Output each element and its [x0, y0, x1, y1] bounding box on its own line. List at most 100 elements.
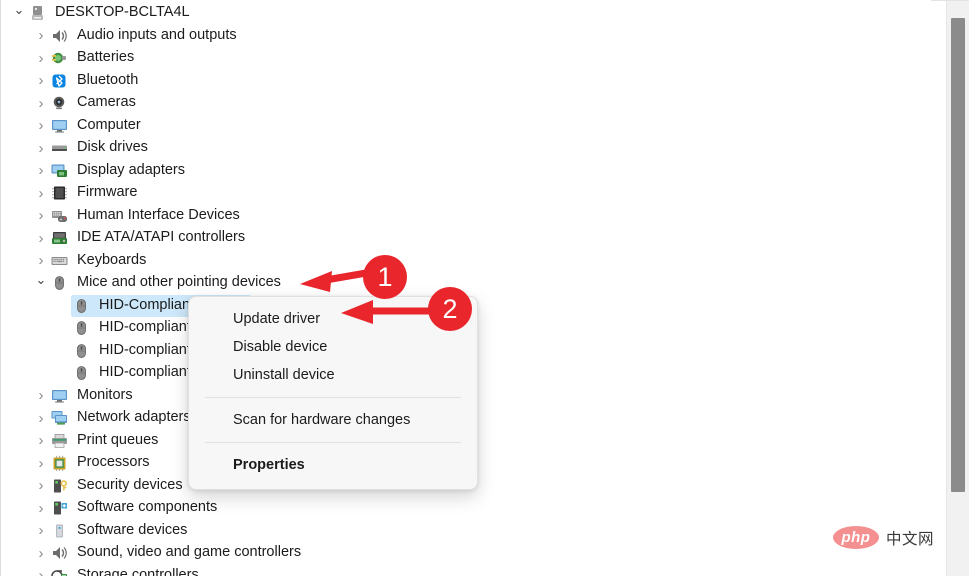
chevron-right-icon[interactable]: ›	[33, 51, 49, 66]
tree-item-label: Batteries	[77, 49, 135, 66]
tree-item-label: Bluetooth	[77, 71, 139, 88]
chevron-right-icon[interactable]: ›	[33, 568, 49, 576]
mouse-icon	[71, 342, 93, 360]
tree-item-label: Human Interface Devices	[77, 206, 240, 223]
chevron-right-icon[interactable]: ›	[33, 388, 49, 403]
disk-drive-icon	[49, 139, 71, 157]
chevron-right-icon[interactable]: ›	[33, 478, 49, 493]
vertical-scrollbar[interactable]	[946, 1, 969, 576]
tree-item[interactable]: › Firmware	[33, 182, 138, 204]
chevron-right-icon[interactable]: ›	[33, 433, 49, 448]
chevron-right-icon[interactable]: ›	[33, 163, 49, 178]
tree-item[interactable]: › Computer	[33, 115, 141, 137]
tree-item-label: Network adapters	[77, 409, 191, 426]
chevron-down-icon[interactable]: ⌄	[11, 3, 27, 16]
hid-gamepad-icon	[49, 207, 71, 225]
chevron-right-icon[interactable]: ›	[33, 231, 49, 246]
tree-item[interactable]: › Security devices	[33, 475, 183, 497]
tree-item-label: Security devices	[77, 476, 183, 493]
scrollbar-thumb[interactable]	[951, 18, 965, 492]
tree-item-label: Audio inputs and outputs	[77, 26, 237, 43]
tree-item[interactable]: › Bluetooth	[33, 70, 139, 92]
tree-item[interactable]: › Sound, video and game controllers	[33, 542, 302, 564]
printer-icon	[49, 432, 71, 450]
tree-item-label: Display adapters	[77, 161, 185, 178]
chevron-right-icon[interactable]: ›	[33, 118, 49, 133]
tree-item-label: Disk drives	[77, 139, 148, 156]
tree-item[interactable]: › Human Interface Devices	[33, 205, 240, 227]
tree-item[interactable]: › Batteries	[33, 47, 135, 69]
mouse-icon	[71, 319, 93, 337]
chevron-right-icon[interactable]: ›	[33, 411, 49, 426]
context-menu-item[interactable]: Disable device	[189, 333, 477, 361]
tree-item-label: Cameras	[77, 94, 136, 111]
chevron-right-icon[interactable]: ›	[33, 141, 49, 156]
display-adapter-icon	[49, 162, 71, 180]
ide-controller-icon	[49, 229, 71, 247]
chevron-right-icon[interactable]: ›	[33, 456, 49, 471]
tree-item-label: IDE ATA/ATAPI controllers	[77, 229, 246, 246]
processor-icon	[49, 454, 71, 472]
camera-icon	[49, 94, 71, 112]
tree-item-label: Keyboards	[77, 251, 147, 268]
tree-item-label: DESKTOP-BCLTA4L	[55, 4, 190, 21]
tree-item-label: Print queues	[77, 431, 159, 448]
tree-item-label: Sound, video and game controllers	[77, 544, 302, 561]
tree-item[interactable]: › Processors	[33, 452, 150, 474]
tree-item[interactable]: › Keyboards	[33, 250, 147, 272]
chevron-right-icon[interactable]: ›	[33, 253, 49, 268]
keyboard-icon	[49, 252, 71, 270]
chevron-right-icon[interactable]: ›	[33, 186, 49, 201]
tree-item[interactable]: › Audio inputs and outputs	[33, 25, 237, 47]
tree-item-label: Software devices	[77, 521, 188, 538]
monitor-icon	[49, 117, 71, 135]
tree-item[interactable]: ⌄ Mice and other pointing devices	[33, 272, 281, 294]
tree-item[interactable]: › IDE ATA/ATAPI controllers	[33, 227, 246, 249]
tree-item-label: Mice and other pointing devices	[77, 274, 281, 291]
tree-item[interactable]: › Network adapters	[33, 407, 191, 429]
software-component-icon	[49, 499, 71, 517]
annotation-badge-1: 1	[363, 255, 407, 299]
tree-item-label: Monitors	[77, 386, 133, 403]
chevron-right-icon[interactable]: ›	[33, 73, 49, 88]
context-menu-item[interactable]: Properties	[189, 451, 477, 479]
tree-item[interactable]: › Monitors	[33, 385, 133, 407]
storage-controller-icon	[49, 567, 71, 576]
tree-item-label: Firmware	[77, 184, 138, 201]
software-device-icon	[49, 522, 71, 540]
device-manager-window: ⌄ DESKTOP-BCLTA4L › Audio inputs and output…	[0, 0, 969, 576]
chevron-right-icon[interactable]: ›	[33, 96, 49, 111]
mouse-icon	[49, 274, 71, 292]
tree-item-label: Storage controllers	[77, 566, 199, 576]
firmware-chip-icon	[49, 184, 71, 202]
monitor-icon	[49, 387, 71, 405]
speaker-icon	[49, 27, 71, 45]
battery-icon	[49, 49, 71, 67]
tree-item-label: Software components	[77, 499, 218, 516]
chevron-down-icon[interactable]: ⌄	[33, 273, 49, 286]
chevron-right-icon[interactable]: ›	[33, 208, 49, 223]
context-menu-separator	[205, 397, 461, 398]
chevron-right-icon[interactable]: ›	[33, 501, 49, 516]
computer-root-icon	[27, 4, 49, 22]
tree-item-label: Processors	[77, 454, 150, 471]
tree-item[interactable]: › Cameras	[33, 92, 136, 114]
security-device-icon	[49, 477, 71, 495]
tree-item[interactable]: › Storage controllers	[33, 565, 199, 576]
tree-item-label: Computer	[77, 116, 141, 133]
chevron-right-icon[interactable]: ›	[33, 28, 49, 43]
annotation-badge-2: 2	[428, 287, 472, 331]
tree-item[interactable]: › Print queues	[33, 430, 159, 452]
chevron-right-icon[interactable]: ›	[33, 546, 49, 561]
context-menu-item[interactable]: Uninstall device	[189, 361, 477, 389]
mouse-icon	[71, 364, 93, 382]
tree-item[interactable]: › Software components	[33, 497, 218, 519]
tree-item[interactable]: › Disk drives	[33, 137, 148, 159]
watermark-site-text: 中文网	[885, 530, 934, 548]
network-adapter-icon	[49, 409, 71, 427]
context-menu-item[interactable]: Scan for hardware changes	[189, 406, 477, 434]
chevron-right-icon[interactable]: ›	[33, 523, 49, 538]
tree-item[interactable]: ⌄ DESKTOP-BCLTA4L	[11, 2, 190, 24]
tree-item[interactable]: › Display adapters	[33, 160, 186, 182]
tree-item[interactable]: › Software devices	[33, 520, 188, 542]
